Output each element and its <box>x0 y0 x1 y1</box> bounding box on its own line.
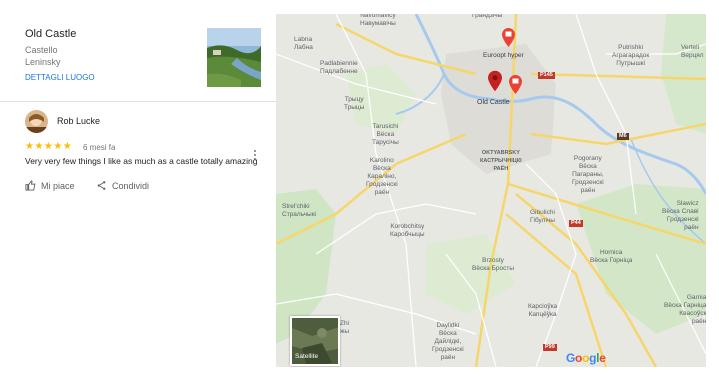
place-district: Leninsky <box>25 57 61 67</box>
map-label: Korobchitsy Каробчыцы <box>390 223 425 238</box>
map-label-old-castle: Old Castle <box>477 99 510 106</box>
place-details-link[interactable]: DETTAGLI LUOGO <box>25 73 95 82</box>
map-label: Трыцу Трыцы <box>344 96 365 111</box>
reviewer-avatar[interactable] <box>25 110 48 133</box>
satellite-label: Satellite <box>295 353 319 360</box>
share-button[interactable]: Condividi <box>96 180 149 191</box>
like-label: Mi piace <box>41 180 75 191</box>
map-label: Slawicz Вёска Славі Гродзенскі раён <box>662 200 699 231</box>
map-label: OKTYABRSKY КАСТРЫЧНІЦКІ РАЁН <box>480 150 522 172</box>
satellite-toggle-button[interactable]: Satellite <box>290 316 340 366</box>
map-label: Gibulichi Гібулічы <box>530 209 555 224</box>
rating-stars: ★★★★★ <box>25 141 73 152</box>
reviewer-name[interactable]: Rob Lucke <box>57 116 100 126</box>
shop-pin-icon[interactable] <box>502 28 515 47</box>
map-label: Navumavicy Навумавічы <box>360 14 396 27</box>
map-label: Labna Лабна <box>294 36 313 51</box>
road-sign: P145 <box>538 72 555 79</box>
place-photo[interactable] <box>207 28 261 87</box>
map-label: Strel'chiki Стральчыкі <box>282 203 316 218</box>
like-button[interactable]: Mi piace <box>25 180 75 191</box>
review-time: 6 mesi fa <box>83 143 116 152</box>
map-view[interactable]: Navumavicy Навумавічы Грандзічы Labna Лабн… <box>276 14 706 367</box>
map-label: Zhi жы <box>340 320 350 335</box>
google-logo: Google <box>566 351 606 365</box>
section-divider <box>0 101 276 102</box>
map-label: Tarusichi Вёска Тарусічы <box>372 123 399 146</box>
road-sign: M6 <box>617 133 629 140</box>
map-label: Daylidki Вёска Дайлідкі, Гродзенскі раён <box>432 322 464 361</box>
map-label: Karolino Вёска Караліно, Гродзенскі раён <box>366 157 398 196</box>
place-category: Castello <box>25 45 58 55</box>
place-panel: Old Castle Castello Leninsky DETTAGLI LU… <box>0 0 276 380</box>
map-label: Putrishki Аграгарадок Путрышкі <box>612 44 650 67</box>
map-label: Garnia Вёска Гарніца Квасоўск раён <box>664 294 706 325</box>
place-title: Old Castle <box>25 28 77 40</box>
map-label: Карсіоўка Капцёўка <box>528 303 558 318</box>
thumb-up-icon <box>25 180 36 191</box>
map-label-euroopt: Euroopt hyper <box>483 52 524 59</box>
map-label: Грандзічы <box>472 14 503 19</box>
map-label: Pogorany Вёска Пагараны, Гродзенскі раён <box>572 155 604 194</box>
map-label: Hornica Вёска Горніца <box>590 249 633 264</box>
shop-pin-icon[interactable] <box>509 75 522 94</box>
map-label: Padlabiennie Падлабенне <box>320 60 358 75</box>
selected-place-pin-icon[interactable] <box>488 70 502 92</box>
map-label: Verteli Верцял <box>681 44 704 59</box>
road-sign: P99 <box>543 344 557 351</box>
review-text: Very very few things I like as much as a… <box>25 156 258 166</box>
map-label: Brzosty Вёска Бросты <box>472 257 515 272</box>
share-icon <box>97 181 106 190</box>
share-label: Condividi <box>112 180 150 191</box>
road-sign: P44 <box>569 220 583 227</box>
